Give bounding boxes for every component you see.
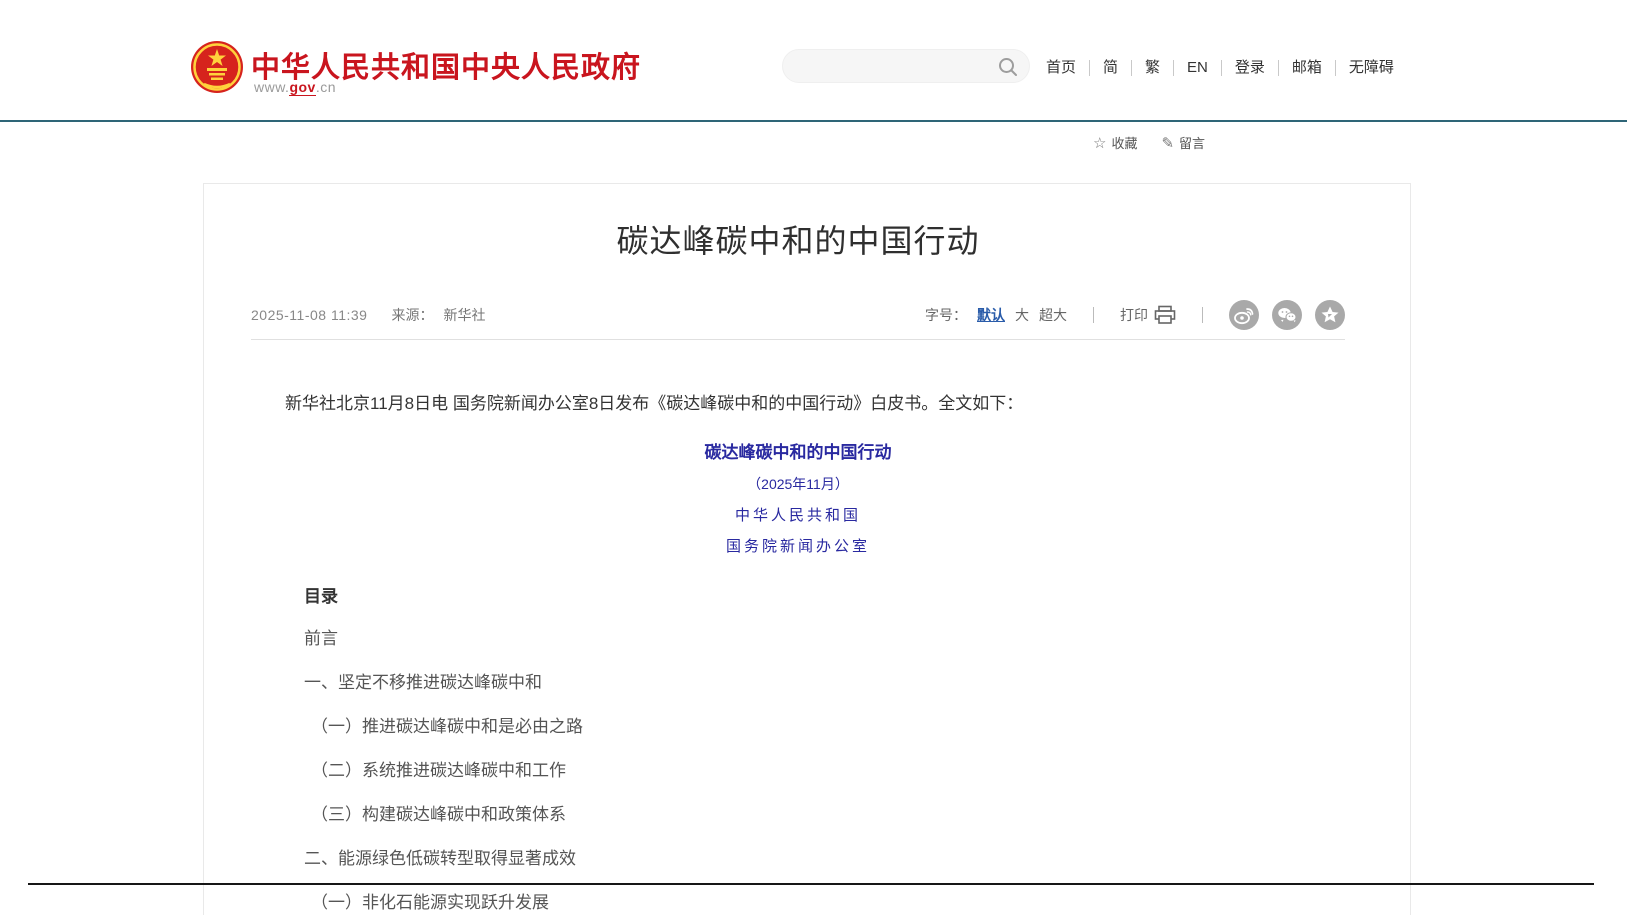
qzone-star-icon[interactable]: [1315, 300, 1345, 330]
nav-home[interactable]: 首页: [1046, 60, 1089, 76]
page-actions: ☆ 收藏 ✎ 留言: [1093, 133, 1205, 152]
national-emblem-logo: [190, 40, 244, 94]
toc-heading: 目录: [304, 582, 1345, 607]
toc-item: （三）构建碳达峰碳中和政策体系: [311, 804, 1345, 825]
print-label: 打印: [1120, 305, 1148, 325]
toc-list: 前言 一、坚定不移推进碳达峰碳中和 （一）推进碳达峰碳中和是必由之路 （二）系统…: [251, 628, 1345, 913]
gov-cn-article-page: 中华人民共和国中央人民政府 www.gov.cn 首页 简 繁 EN 登录 邮箱…: [0, 0, 1627, 915]
article-meta-left: 2025-11-08 11:39 来源： 新华社: [251, 305, 485, 325]
article-meta-row: 2025-11-08 11:39 来源： 新华社 字号： 默认 大 超大 打印: [251, 300, 1345, 330]
top-nav: 首页 简 繁 EN 登录 邮箱 无障碍: [1046, 57, 1407, 79]
nav-login[interactable]: 登录: [1221, 60, 1278, 76]
nav-accessibility[interactable]: 无障碍: [1335, 60, 1407, 76]
wechat-icon[interactable]: [1272, 300, 1302, 330]
pencil-icon: ✎: [1161, 134, 1174, 152]
site-url[interactable]: www.gov.cn: [254, 79, 336, 95]
search-input[interactable]: [799, 50, 989, 82]
divider: [1202, 307, 1203, 323]
document-date: （2025年11月）: [251, 474, 1345, 494]
article-title: 碳达峰碳中和的中国行动: [251, 216, 1345, 262]
site-url-domain: gov: [289, 79, 315, 96]
nav-traditional[interactable]: 繁: [1131, 60, 1173, 76]
source-label: 来源：: [391, 305, 433, 325]
share-group: [1229, 300, 1345, 330]
toc-item: 前言: [304, 628, 1345, 649]
nav-english[interactable]: EN: [1173, 60, 1221, 76]
viewport-bottom-divider: [28, 883, 1594, 885]
font-size-xlarge-button[interactable]: 超大: [1039, 305, 1067, 325]
search-box: [782, 49, 1030, 83]
favorite-button[interactable]: ☆ 收藏: [1093, 133, 1137, 152]
divider: [1093, 307, 1094, 323]
nav-simplified[interactable]: 简: [1089, 60, 1131, 76]
star-icon: ☆: [1093, 134, 1106, 152]
toc-item: （一）推进碳达峰碳中和是必由之路: [311, 716, 1345, 737]
printer-icon: [1154, 305, 1176, 325]
nav-mail[interactable]: 邮箱: [1278, 60, 1335, 76]
article-card: 碳达峰碳中和的中国行动 2025-11-08 11:39 来源： 新华社 字号：…: [203, 183, 1411, 915]
lead-paragraph: 新华社北京11月8日电 国务院新闻办公室8日发布《碳达峰碳中和的中国行动》白皮书…: [251, 390, 1345, 418]
toc-item: （一）非化石能源实现跃升发展: [311, 892, 1345, 913]
favorite-label: 收藏: [1111, 133, 1137, 152]
site-url-suffix: .cn: [316, 79, 336, 95]
document-org-line1: 中华人民共和国: [251, 504, 1345, 525]
header-divider: [0, 120, 1627, 122]
article-meta-right: 字号： 默认 大 超大 打印: [925, 300, 1345, 330]
comment-button[interactable]: ✎ 留言: [1161, 133, 1205, 152]
font-size-large-button[interactable]: 大: [1015, 305, 1029, 325]
comment-label: 留言: [1179, 133, 1205, 152]
toc-item: 一、坚定不移推进碳达峰碳中和: [304, 672, 1345, 693]
document-org-line2: 国务院新闻办公室: [251, 535, 1345, 556]
toc-item: 二、能源绿色低碳转型取得显著成效: [304, 848, 1345, 869]
print-button[interactable]: 打印: [1120, 305, 1176, 325]
source-name[interactable]: 新华社: [443, 305, 485, 325]
weibo-icon[interactable]: [1229, 300, 1259, 330]
search-icon[interactable]: [997, 56, 1019, 78]
meta-divider: [251, 339, 1345, 340]
font-size-label: 字号：: [925, 305, 967, 325]
font-size-default-button[interactable]: 默认: [977, 305, 1005, 325]
document-title: 碳达峰碳中和的中国行动: [251, 438, 1345, 463]
toc-item: （二）系统推进碳达峰碳中和工作: [311, 760, 1345, 781]
site-url-prefix: www.: [254, 79, 289, 95]
publish-date: 2025-11-08 11:39: [251, 307, 367, 323]
